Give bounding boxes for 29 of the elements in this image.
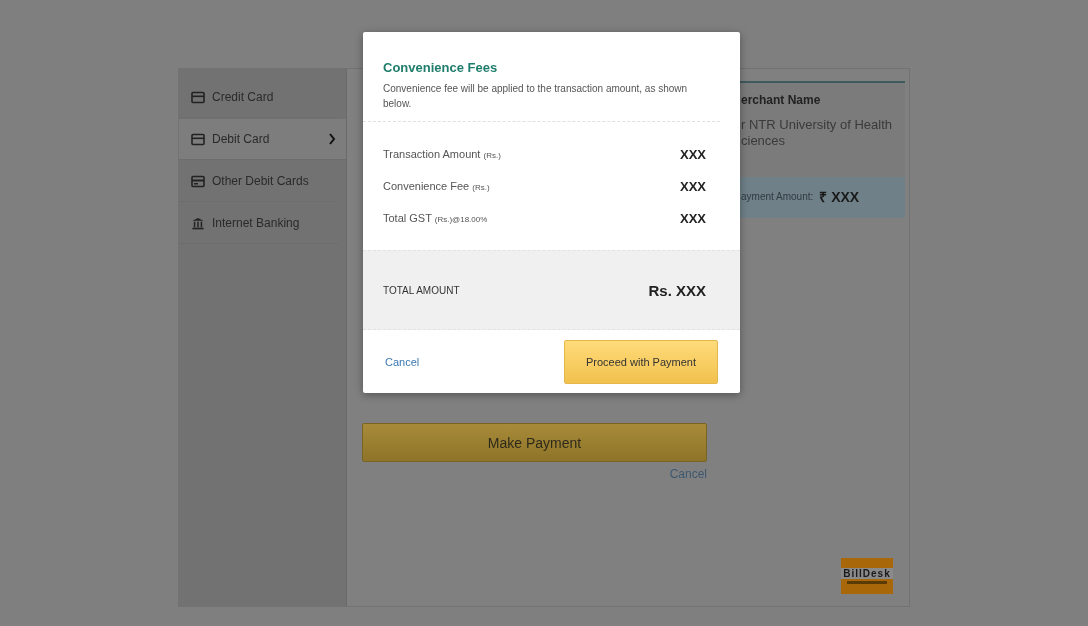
- payment-amount-label: ayment Amount:: [741, 191, 814, 202]
- fee-label: Convenience Fee (Rs.): [383, 180, 490, 192]
- total-amount-label: TOTAL AMOUNT: [383, 284, 460, 296]
- cancel-link[interactable]: Cancel: [669, 467, 707, 481]
- merchant-name: ciences: [741, 133, 787, 149]
- dialog-description: Convenience fee will be applied to the transaction amount, as shown below.: [383, 82, 689, 111]
- fee-value: XXX: [680, 178, 706, 194]
- card-icon: [191, 174, 205, 188]
- make-payment-button[interactable]: Make Payment: [362, 423, 707, 462]
- card-icon: [191, 132, 205, 146]
- fee-label: Transaction Amount (Rs.): [383, 148, 501, 160]
- merchant-name-label: erchant Name: [741, 93, 822, 107]
- bank-icon: [191, 216, 205, 230]
- cancel-link[interactable]: Cancel: [385, 356, 420, 368]
- payment-amount-value: ₹ XXX: [819, 188, 860, 206]
- payment-method-item[interactable]: Debit Card: [179, 119, 346, 160]
- proceed-with-payment-button[interactable]: Proceed with Payment: [564, 340, 718, 384]
- fee-value: XXX: [680, 210, 706, 226]
- billdesk-logo: BillDesk: [841, 558, 893, 594]
- fee-value: XXX: [680, 146, 706, 162]
- merchant-name: r NTR University of Health: [741, 117, 893, 133]
- payment-method-item[interactable]: Other Debit Cards: [179, 161, 338, 202]
- payment-method-item[interactable]: Internet Banking: [179, 203, 338, 244]
- fee-label: Total GST (Rs.)@18.00%: [383, 212, 488, 224]
- total-amount-value: Rs. XXX: [648, 281, 706, 299]
- payment-method-item[interactable]: Credit Card: [179, 77, 338, 118]
- chevron-right-icon: [328, 133, 336, 145]
- dialog-title: Convenience Fees: [383, 60, 499, 75]
- card-icon: [191, 90, 205, 104]
